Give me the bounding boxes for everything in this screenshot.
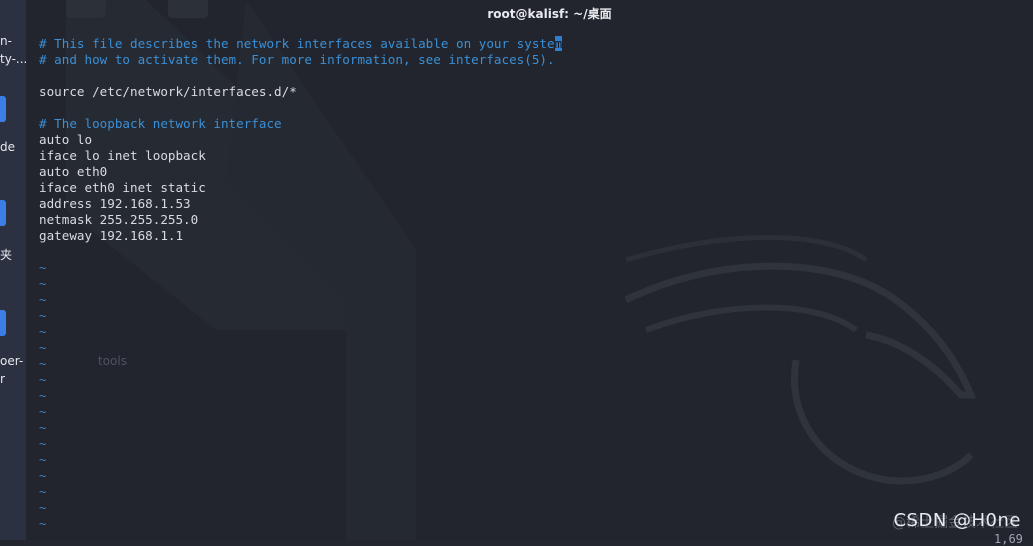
empty-line-marker[interactable]: ~ — [39, 292, 562, 308]
empty-line-marker[interactable]: ~ — [39, 372, 562, 388]
line-text: # This file describes the network interf… — [39, 36, 555, 51]
desktop-icon-label: de — [0, 140, 15, 154]
line-text: ~ — [39, 420, 47, 435]
line-text: gateway 192.168.1.1 — [39, 228, 184, 243]
empty-line-marker[interactable]: ~ — [39, 516, 562, 532]
line-text: auto eth0 — [39, 164, 108, 179]
comment-line[interactable]: # The loopback network interface — [39, 116, 562, 132]
empty-line-marker[interactable]: ~ — [39, 388, 562, 404]
empty-line-marker[interactable]: ~ — [39, 356, 562, 372]
desktop-icon-label: ty-... — [0, 52, 26, 66]
line-text: ~ — [39, 324, 47, 339]
empty-line-marker[interactable]: ~ — [39, 420, 562, 436]
desktop-icon-label: r — [0, 372, 5, 386]
code-line[interactable] — [39, 244, 562, 260]
line-text: # and how to activate them. For more inf… — [39, 52, 555, 67]
line-text: ~ — [39, 484, 47, 499]
empty-line-marker[interactable]: ~ — [39, 452, 562, 468]
line-text: ~ — [39, 260, 47, 275]
empty-line-marker[interactable]: ~ — [39, 500, 562, 516]
desktop-icon-label: 夹 — [0, 248, 13, 262]
code-line[interactable]: netmask 255.255.255.0 — [39, 212, 562, 228]
line-text: ~ — [39, 468, 47, 483]
terminal-window[interactable]: root@kalisf: ~/桌面 tools # This file desc… — [26, 0, 1033, 546]
desktop-icon-label: n- — [0, 34, 12, 48]
empty-line-marker[interactable]: ~ — [39, 308, 562, 324]
code-line[interactable]: gateway 192.168.1.1 — [39, 228, 562, 244]
line-text: iface lo inet loopback — [39, 148, 206, 163]
code-line[interactable]: auto lo — [39, 132, 562, 148]
title-bar[interactable]: root@kalisf: ~/桌面 — [26, 0, 1033, 26]
vim-editor[interactable]: # This file describes the network interf… — [39, 36, 563, 532]
comment-line[interactable]: # This file describes the network interf… — [39, 36, 563, 52]
code-line[interactable]: source /etc/network/interfaces.d/* — [39, 84, 562, 100]
line-text: ~ — [39, 372, 47, 387]
line-text: iface eth0 inet static — [39, 180, 206, 195]
line-text: # The loopback network interface — [39, 116, 282, 131]
cursor-position: 1,69 — [994, 532, 1023, 546]
line-text: ~ — [39, 276, 47, 291]
line-text: ~ — [39, 388, 47, 403]
line-text: netmask 255.255.255.0 — [39, 212, 199, 227]
empty-line-marker[interactable]: ~ — [39, 276, 562, 292]
folder-icon[interactable] — [0, 96, 6, 122]
empty-line-marker[interactable]: ~ — [39, 404, 562, 420]
desktop-strip: n- ty-... de 夹 oer- r — [0, 0, 26, 540]
line-text: source /etc/network/interfaces.d/* — [39, 84, 297, 99]
code-line[interactable]: auto eth0 — [39, 164, 562, 180]
code-line[interactable] — [39, 68, 562, 84]
code-line[interactable]: address 192.168.1.53 — [39, 196, 562, 212]
line-text: ~ — [39, 500, 47, 515]
code-line[interactable]: iface lo inet loopback — [39, 148, 562, 164]
folder-icon[interactable] — [0, 200, 6, 226]
line-text: ~ — [39, 436, 47, 451]
empty-line-marker[interactable]: ~ — [39, 260, 562, 276]
line-text: ~ — [39, 308, 47, 323]
empty-line-marker[interactable]: ~ — [39, 324, 562, 340]
text-cursor: m — [554, 36, 563, 51]
window-title: root@kalisf: ~/桌面 — [487, 7, 612, 21]
code-line[interactable]: iface eth0 inet static — [39, 180, 562, 196]
line-text: ~ — [39, 516, 47, 531]
line-text: ~ — [39, 340, 47, 355]
empty-line-marker[interactable]: ~ — [39, 436, 562, 452]
empty-line-marker[interactable]: ~ — [39, 468, 562, 484]
code-line[interactable] — [39, 100, 562, 116]
empty-line-marker[interactable]: ~ — [39, 340, 562, 356]
csdn-watermark: CSDN @H0ne — [893, 510, 1021, 531]
line-text: ~ — [39, 452, 47, 467]
folder-icon[interactable] — [0, 310, 6, 336]
empty-line-marker[interactable]: ~ — [39, 484, 562, 500]
line-text: ~ — [39, 356, 47, 371]
line-text: address 192.168.1.53 — [39, 196, 191, 211]
line-text: auto lo — [39, 132, 93, 147]
line-text: ~ — [39, 404, 47, 419]
desktop-icon-label: oer- — [0, 354, 24, 368]
line-text: ~ — [39, 292, 47, 307]
comment-line[interactable]: # and how to activate them. For more inf… — [39, 52, 562, 68]
